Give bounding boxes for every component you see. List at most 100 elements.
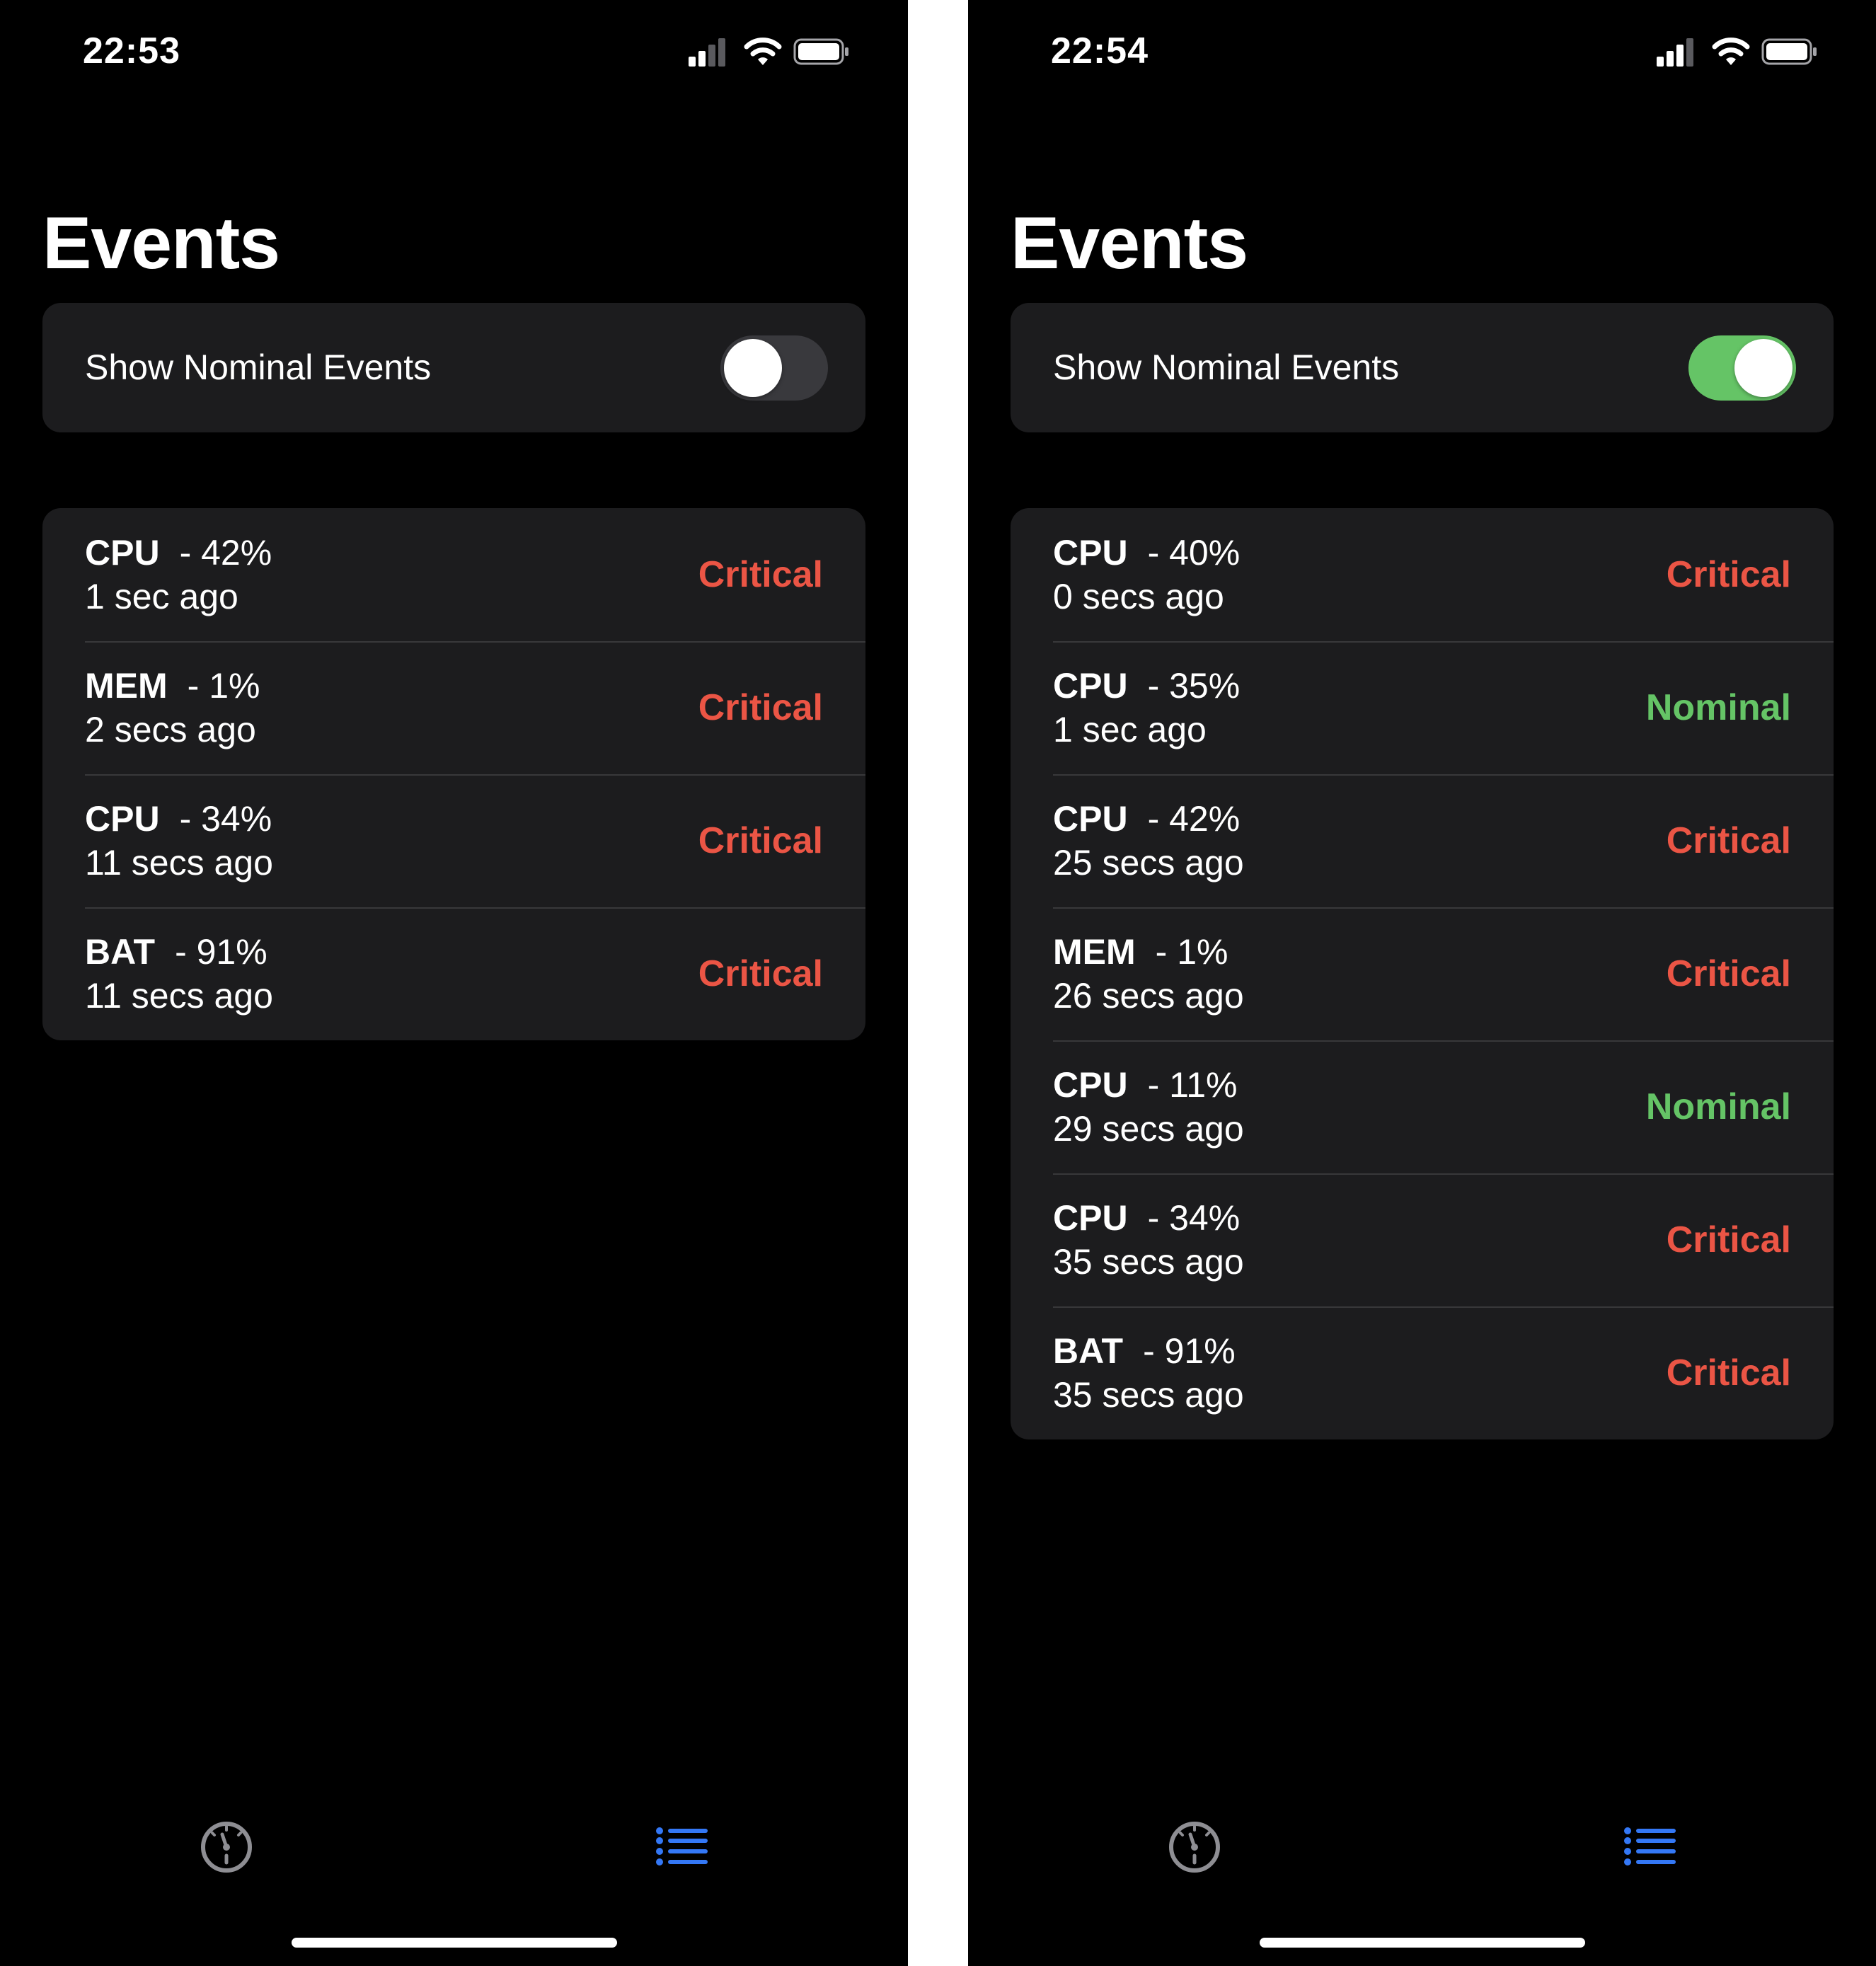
show-nominal-events-row: Show Nominal Events — [42, 303, 865, 432]
list-item[interactable]: CPU - 40% 0 secs ago Critical — [1011, 508, 1834, 641]
event-title: CPU - 34% — [1053, 1197, 1240, 1238]
battery-icon — [793, 38, 848, 65]
status-bar: 22:53 — [0, 0, 908, 99]
event-time: 26 secs ago — [1053, 976, 1244, 1016]
phone-screen-left: 22:53 Events Show Nominal Events CPU - 4… — [0, 0, 908, 1966]
event-kind: CPU — [85, 533, 160, 573]
event-title: MEM - 1% — [85, 665, 260, 706]
event-title: CPU - 11% — [1053, 1064, 1237, 1105]
list-item[interactable]: CPU - 42% 1 sec ago Critical — [42, 508, 865, 641]
tab-bar — [0, 1783, 908, 1875]
event-title: MEM - 1% — [1053, 931, 1228, 972]
switch-knob — [1734, 339, 1792, 397]
status-icons — [1655, 35, 1818, 68]
event-title: BAT - 91% — [1053, 1330, 1236, 1372]
events-list: CPU - 40% 0 secs ago Critical CPU - 35% 1 … — [1011, 508, 1834, 1439]
cellular-signal-icon — [689, 38, 725, 67]
event-value: - 91% — [175, 932, 267, 972]
event-kind: MEM — [1053, 932, 1136, 972]
gauge-icon — [201, 1822, 252, 1873]
list-item[interactable]: MEM - 1% 26 secs ago Critical — [1011, 907, 1834, 1040]
event-status: Critical — [1666, 554, 1791, 595]
status-icons — [687, 35, 850, 68]
tab-events[interactable] — [638, 1805, 723, 1890]
show-nominal-events-row: Show Nominal Events — [1011, 303, 1834, 432]
event-kind: CPU — [1053, 799, 1128, 839]
tab-dashboard[interactable] — [1152, 1805, 1237, 1890]
event-time: 1 sec ago — [1053, 710, 1207, 749]
event-status: Critical — [698, 820, 823, 861]
event-kind: MEM — [85, 666, 168, 706]
event-value: - 42% — [1147, 799, 1241, 839]
event-kind: CPU — [1053, 1198, 1128, 1238]
event-time: 35 secs ago — [1053, 1242, 1244, 1282]
list-icon — [656, 1827, 708, 1866]
tab-events[interactable] — [1606, 1805, 1691, 1890]
event-title: CPU - 42% — [1053, 798, 1240, 839]
event-kind: CPU — [1053, 666, 1128, 706]
list-item[interactable]: CPU - 42% 25 secs ago Critical — [1011, 774, 1834, 907]
event-time: 1 sec ago — [85, 577, 238, 616]
event-value: - 40% — [1147, 533, 1241, 573]
event-kind: BAT — [85, 932, 156, 972]
gauge-icon — [1169, 1822, 1220, 1873]
event-value: - 34% — [179, 799, 272, 839]
status-time: 22:53 — [83, 30, 180, 71]
event-title: CPU - 35% — [1053, 665, 1240, 706]
list-item[interactable]: BAT - 91% 11 secs ago Critical — [42, 907, 865, 1040]
event-status: Critical — [1666, 1219, 1791, 1260]
toggle-label: Show Nominal Events — [1053, 347, 1400, 387]
page-title: Events — [1011, 202, 1248, 284]
battery-icon — [1761, 38, 1817, 65]
event-time: 11 secs ago — [85, 976, 273, 1016]
event-kind: CPU — [85, 799, 160, 839]
home-indicator — [292, 1938, 617, 1948]
show-nominal-events-switch[interactable] — [720, 335, 828, 401]
event-time: 25 secs ago — [1053, 843, 1244, 883]
event-time: 11 secs ago — [85, 843, 273, 883]
event-value: - 91% — [1143, 1331, 1236, 1371]
event-time: 29 secs ago — [1053, 1109, 1244, 1149]
events-list: CPU - 42% 1 sec ago Critical MEM - 1% 2 se… — [42, 508, 865, 1040]
home-indicator — [1260, 1938, 1585, 1948]
event-kind: BAT — [1053, 1331, 1124, 1371]
event-title: BAT - 91% — [85, 931, 267, 972]
event-title: CPU - 40% — [1053, 532, 1240, 573]
list-icon — [1624, 1827, 1676, 1866]
status-bar: 22:54 — [968, 0, 1876, 99]
event-status: Critical — [1666, 953, 1791, 994]
wifi-icon — [1712, 38, 1750, 65]
toggle-label: Show Nominal Events — [85, 347, 432, 387]
tab-dashboard[interactable] — [184, 1805, 269, 1890]
event-time: 35 secs ago — [1053, 1375, 1244, 1415]
page-title: Events — [42, 202, 280, 284]
event-status: Nominal — [1645, 687, 1791, 728]
event-title: CPU - 42% — [85, 532, 272, 573]
event-kind: CPU — [1053, 1065, 1128, 1105]
status-time: 22:54 — [1051, 30, 1149, 71]
event-status: Critical — [698, 554, 823, 595]
event-title: CPU - 34% — [85, 798, 272, 839]
phone-screen-right: 22:54 Events Show Nominal Events CPU - 4… — [968, 0, 1876, 1966]
list-item[interactable]: BAT - 91% 35 secs ago Critical — [1011, 1306, 1834, 1439]
event-time: 0 secs ago — [1053, 577, 1224, 616]
list-item[interactable]: CPU - 34% 11 secs ago Critical — [42, 774, 865, 907]
event-time: 2 secs ago — [85, 710, 256, 749]
event-kind: CPU — [1053, 533, 1128, 573]
event-value: - 11% — [1147, 1065, 1238, 1105]
event-status: Critical — [1666, 1352, 1791, 1393]
cellular-signal-icon — [1657, 38, 1693, 67]
list-item[interactable]: CPU - 11% 29 secs ago Nominal — [1011, 1040, 1834, 1173]
event-value: - 1% — [187, 666, 260, 706]
list-item[interactable]: MEM - 1% 2 secs ago Critical — [42, 641, 865, 774]
event-value: - 35% — [1147, 666, 1241, 706]
event-value: - 34% — [1147, 1198, 1241, 1238]
event-status: Critical — [698, 953, 823, 994]
event-status: Nominal — [1645, 1086, 1791, 1127]
event-value: - 1% — [1155, 932, 1228, 972]
wifi-icon — [744, 38, 782, 65]
switch-knob — [724, 339, 782, 397]
list-item[interactable]: CPU - 35% 1 sec ago Nominal — [1011, 641, 1834, 774]
list-item[interactable]: CPU - 34% 35 secs ago Critical — [1011, 1173, 1834, 1306]
show-nominal-events-switch[interactable] — [1688, 335, 1796, 401]
